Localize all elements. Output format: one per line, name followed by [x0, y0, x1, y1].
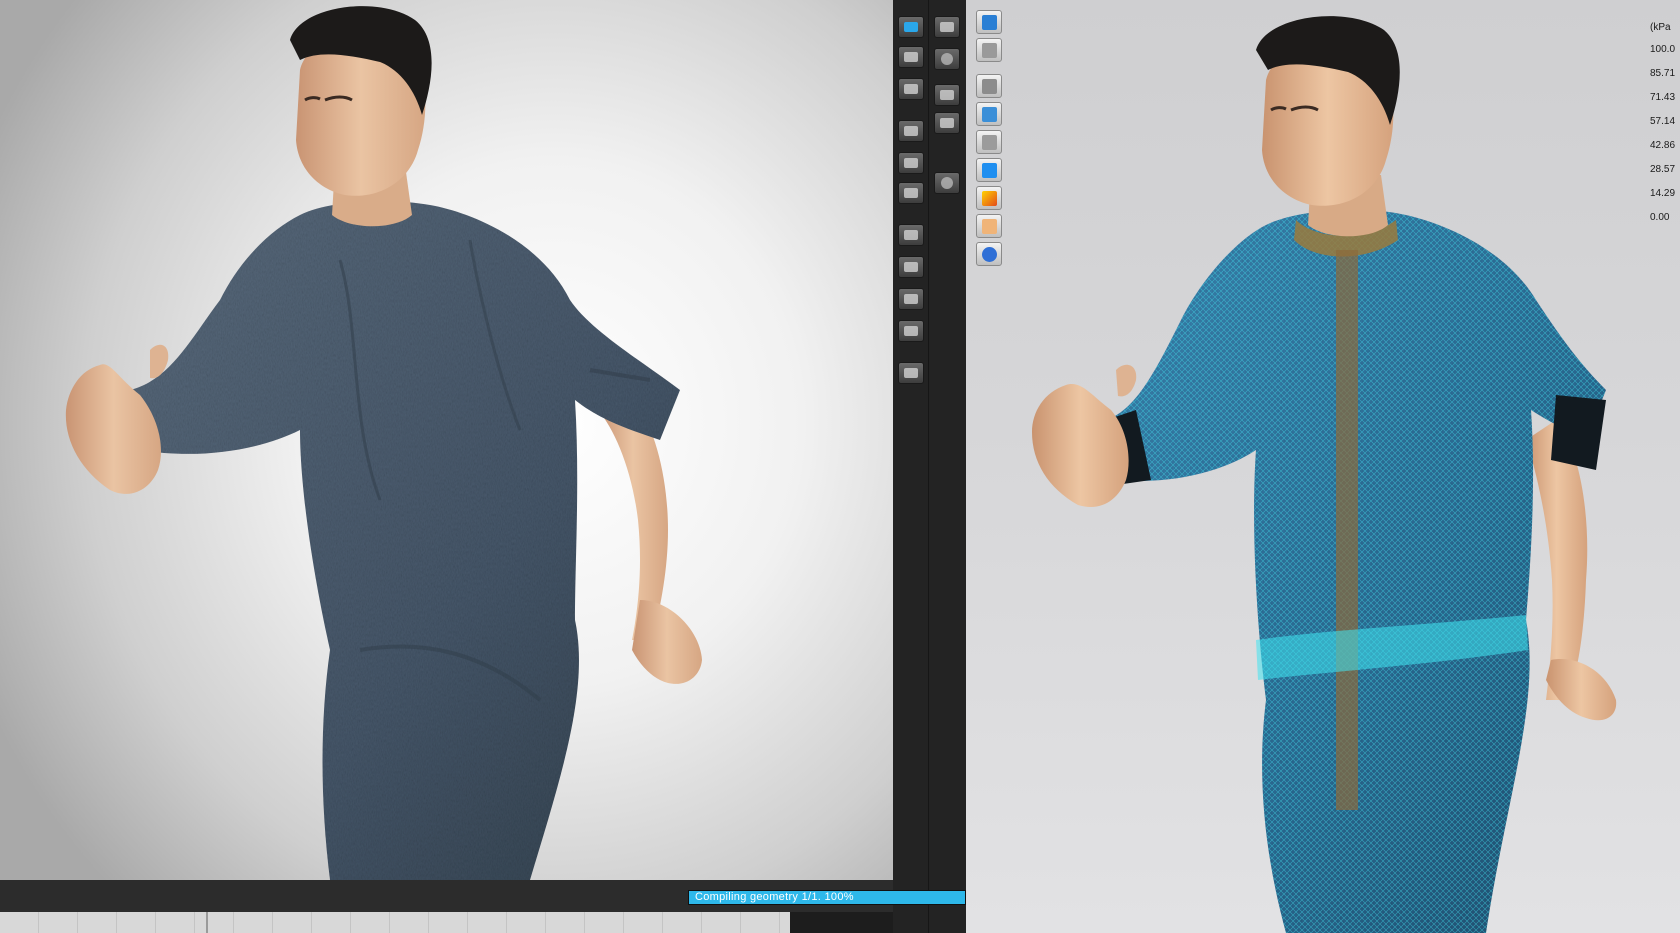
render-toolbar — [893, 0, 966, 933]
video-settings-icon[interactable] — [898, 320, 924, 342]
legend-tick: 57.14 — [1650, 116, 1676, 127]
progress-label: Compiling geometry 1/1. 100% — [695, 891, 854, 903]
render-window-icon[interactable] — [898, 120, 924, 142]
stress-legend: (kPa 100.0 85.71 71.43 57.14 42.86 28.57… — [1650, 22, 1680, 232]
simulated-avatar — [1032, 16, 1617, 933]
light-settings-icon[interactable] — [898, 288, 924, 310]
shirt-icon[interactable] — [976, 38, 1002, 62]
show-mesh-icon[interactable] — [976, 102, 1002, 126]
dome-light-icon[interactable] — [934, 172, 960, 194]
camera-settings-icon[interactable] — [898, 256, 924, 278]
flat-shade-icon[interactable] — [976, 158, 1002, 182]
placket-strain — [1336, 250, 1358, 810]
show-avatar-icon[interactable] — [976, 130, 1002, 154]
show-garment-icon[interactable] — [976, 74, 1002, 98]
snapshot-icon[interactable] — [898, 152, 924, 174]
timeline-playhead[interactable] — [206, 912, 208, 933]
down-arrow-icon[interactable] — [934, 16, 960, 38]
image-icon[interactable] — [898, 182, 924, 204]
legend-unit: (kPa — [1650, 22, 1671, 33]
simulate-icon[interactable] — [898, 16, 924, 38]
render-settings-icon[interactable] — [898, 224, 924, 246]
cube-icon[interactable] — [976, 10, 1002, 34]
wind-icon[interactable] — [934, 84, 960, 106]
clapper-icon[interactable] — [898, 78, 924, 100]
cone-icon[interactable] — [934, 112, 960, 134]
render-viewport[interactable] — [0, 0, 893, 880]
skin-icon[interactable] — [976, 214, 1002, 238]
strain-map-icon[interactable] — [976, 186, 1002, 210]
simulation-viewport[interactable] — [966, 0, 1680, 933]
legend-tick: 100.0 — [1650, 44, 1676, 55]
legend-tick: 0.00 — [1650, 212, 1670, 223]
toolbar-divider — [928, 0, 929, 933]
legend-tick: 85.71 — [1650, 68, 1676, 79]
record-icon[interactable] — [898, 46, 924, 68]
legend-tick: 71.43 — [1650, 92, 1676, 103]
jumpsuit — [130, 201, 680, 880]
world-icon[interactable] — [976, 242, 1002, 266]
legend-tick: 14.29 — [1650, 188, 1676, 199]
rendered-avatar — [65, 6, 702, 880]
compile-progress-bar: Compiling geometry 1/1. 100% — [688, 890, 966, 905]
legend-tick: 28.57 — [1650, 164, 1676, 175]
legend-tick: 42.86 — [1650, 140, 1676, 151]
timeline-end-area — [790, 912, 893, 933]
globe-icon[interactable] — [934, 48, 960, 70]
timeline-ruler[interactable] — [0, 912, 790, 933]
camera-capture-icon[interactable] — [898, 362, 924, 384]
